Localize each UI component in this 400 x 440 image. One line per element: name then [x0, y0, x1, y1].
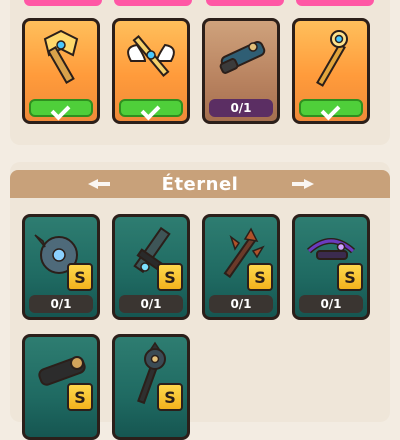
- item-card-golden-axe[interactable]: [22, 18, 100, 124]
- s-rank-badge: S: [67, 383, 93, 411]
- progress-label: 0/1: [320, 297, 342, 311]
- item-card-winged-sword[interactable]: [112, 18, 190, 124]
- section-title: Éternel: [161, 173, 239, 195]
- arrow-left-icon: [88, 179, 110, 189]
- item-card-spiked-mace[interactable]: S: [112, 334, 190, 440]
- cannon-icon: [205, 21, 277, 95]
- s-rank-badge: S: [157, 263, 183, 291]
- cropped-card-strip: [114, 0, 192, 6]
- s-rank-badge: S: [67, 263, 93, 291]
- cropped-card-strip: [206, 0, 284, 6]
- progress-label: 0/1: [50, 297, 72, 311]
- check-icon: [142, 102, 160, 114]
- golden-scepter-icon: [295, 21, 367, 95]
- item-card-thorn-staff[interactable]: S 0/1: [202, 214, 280, 320]
- item-card-cannon[interactable]: 0/1: [202, 18, 280, 124]
- completed-badge: [299, 99, 363, 117]
- cropped-card-strip: [24, 0, 102, 6]
- progress-badge: 0/1: [299, 295, 363, 313]
- progress-label: 0/1: [230, 297, 252, 311]
- item-card-crossbow[interactable]: S 0/1: [292, 214, 370, 320]
- winged-sword-icon: [115, 21, 187, 95]
- item-card-heavy-cannon[interactable]: S: [22, 334, 100, 440]
- progress-badge: 0/1: [209, 99, 273, 117]
- s-rank-badge: S: [337, 263, 363, 291]
- completed-badge: [119, 99, 183, 117]
- item-card-dark-blade[interactable]: S 0/1: [112, 214, 190, 320]
- s-rank-badge: S: [157, 383, 183, 411]
- arrow-right-icon: [292, 179, 314, 189]
- progress-badge: 0/1: [29, 295, 93, 313]
- s-rank-badge: S: [247, 263, 273, 291]
- progress-label: 0/1: [230, 101, 252, 115]
- golden-axe-icon: [25, 21, 97, 95]
- item-card-golden-scepter[interactable]: [292, 18, 370, 124]
- check-icon: [52, 102, 70, 114]
- check-icon: [322, 102, 340, 114]
- progress-badge: 0/1: [119, 295, 183, 313]
- item-card-spiked-shield[interactable]: S 0/1: [22, 214, 100, 320]
- completed-badge: [29, 99, 93, 117]
- cropped-card-strip: [296, 0, 374, 6]
- progress-badge: 0/1: [209, 295, 273, 313]
- section-header: Éternel: [10, 170, 390, 198]
- progress-label: 0/1: [140, 297, 162, 311]
